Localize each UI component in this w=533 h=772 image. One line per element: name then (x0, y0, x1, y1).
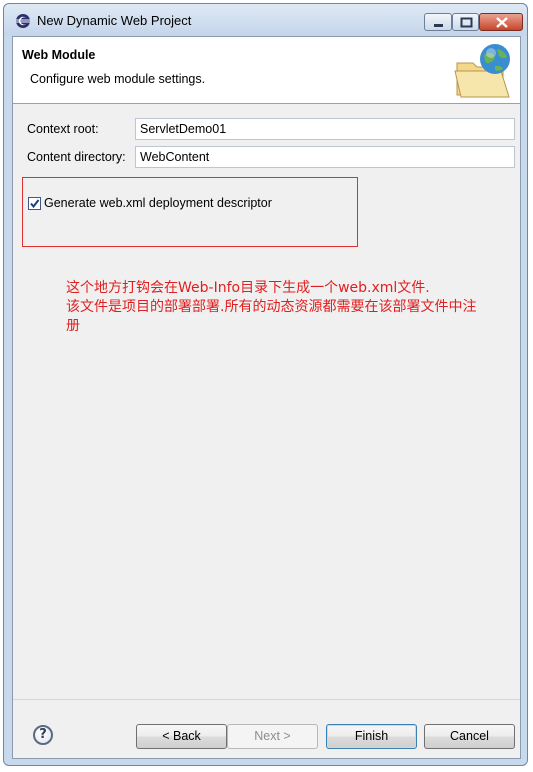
context-root-label: Context root: (27, 122, 99, 136)
checkmark-icon (30, 199, 40, 209)
help-icon[interactable]: ? (33, 725, 53, 745)
title-bar[interactable]: New Dynamic Web Project (4, 4, 527, 36)
window-title: New Dynamic Web Project (37, 13, 192, 28)
dialog-window: New Dynamic Web Project Web Module Confi… (3, 3, 528, 766)
close-button[interactable] (479, 13, 523, 31)
web-folder-icon (454, 44, 510, 98)
content-directory-label: Content directory: (27, 150, 126, 164)
footer-divider (13, 699, 520, 700)
dialog-client: Web Module Configure web module settings… (12, 36, 521, 759)
content-directory-input[interactable] (135, 146, 515, 168)
close-icon (496, 17, 508, 28)
generate-webxml-label[interactable]: Generate web.xml deployment descriptor (44, 196, 272, 210)
generate-webxml-checkbox[interactable] (28, 197, 41, 210)
finish-button[interactable]: Finish (326, 724, 417, 749)
minimize-button[interactable] (424, 13, 452, 31)
annotation-line: 册 (66, 318, 80, 334)
maximize-button[interactable] (452, 13, 479, 31)
annotation-note: 这个地方打钩会在Web-Info目录下生成一个web.xml文件. 该文件是项目… (66, 279, 526, 336)
maximize-icon (460, 17, 473, 28)
page-description: Configure web module settings. (30, 72, 206, 86)
wizard-header: Web Module Configure web module settings… (13, 37, 520, 104)
next-button[interactable]: Next > (227, 724, 318, 749)
minimize-icon (434, 24, 443, 27)
highlight-box (22, 177, 358, 247)
annotation-line: 这个地方打钩会在Web-Info目录下生成一个web.xml文件. (66, 280, 430, 296)
page-title: Web Module (22, 48, 96, 62)
back-button[interactable]: < Back (136, 724, 227, 749)
annotation-line: 该文件是项目的部署部署.所有的动态资源都需要在该部署文件中注 (66, 299, 477, 315)
cancel-button[interactable]: Cancel (424, 724, 515, 749)
eclipse-icon (16, 14, 30, 28)
context-root-input[interactable] (135, 118, 515, 140)
